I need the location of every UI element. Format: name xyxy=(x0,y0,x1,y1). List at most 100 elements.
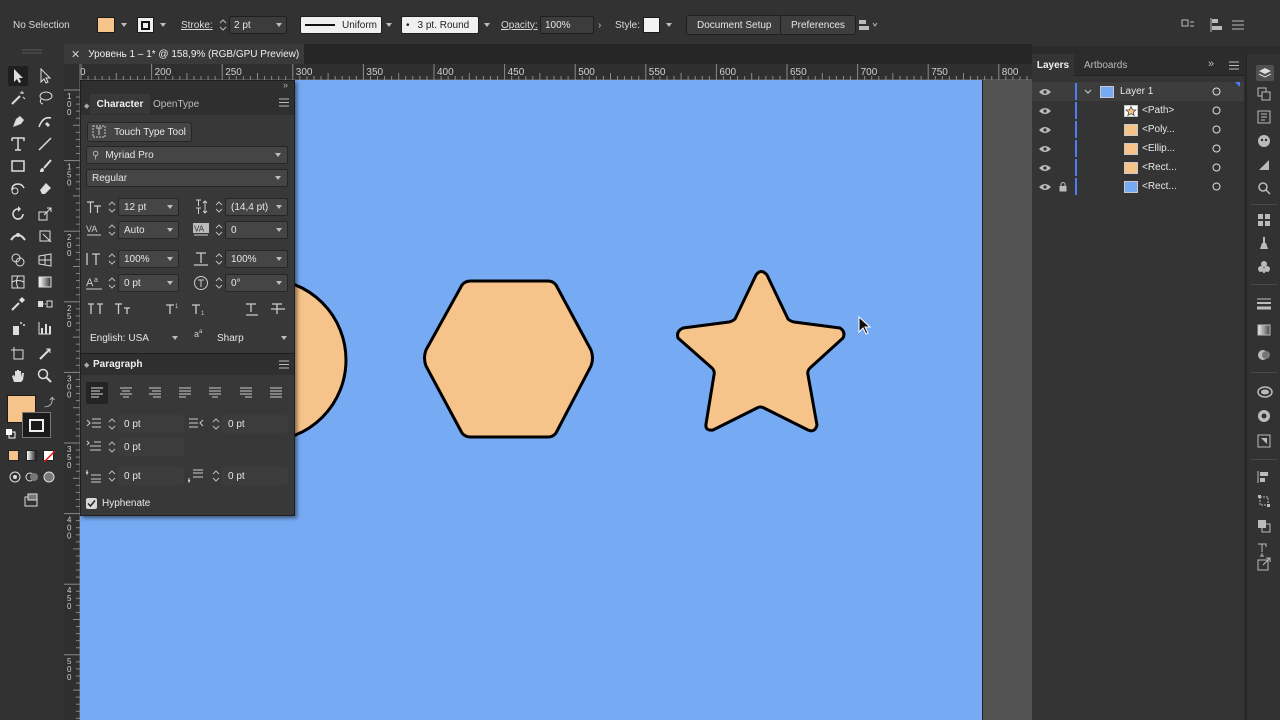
sublayer-name[interactable]: <Path> xyxy=(1142,105,1174,116)
align-left-icon[interactable] xyxy=(86,382,108,404)
antialias-dropdown[interactable]: Sharp xyxy=(217,331,289,345)
export-icon[interactable] xyxy=(1257,557,1271,571)
free-transform-tool-icon[interactable] xyxy=(35,226,55,246)
visibility-eye-icon[interactable] xyxy=(1039,183,1051,191)
font-style-field[interactable]: Regular xyxy=(86,169,288,187)
vertical-scale-field[interactable]: 100% xyxy=(118,250,179,268)
chevron-right-icon[interactable]: › xyxy=(598,20,601,31)
spinner-icon[interactable] xyxy=(108,223,116,237)
tab-artboards[interactable]: Artboards xyxy=(1084,54,1127,76)
tab-layers[interactable]: Layers xyxy=(1032,54,1074,76)
spinner-icon[interactable] xyxy=(108,252,116,266)
fill-swatch[interactable] xyxy=(97,12,127,38)
checkbox-checked-icon[interactable] xyxy=(86,498,97,509)
lasso-tool-icon[interactable] xyxy=(35,88,55,108)
style-swatch[interactable] xyxy=(643,12,672,38)
layers-icon[interactable] xyxy=(1256,65,1274,81)
character-styles-icon[interactable] xyxy=(1257,543,1271,557)
spinner-icon[interactable] xyxy=(215,252,223,266)
chevron-down-icon[interactable] xyxy=(275,153,281,157)
target-circle-icon[interactable] xyxy=(1212,106,1221,115)
space-before-field[interactable]: 0 pt xyxy=(118,467,184,485)
justify-left-icon[interactable] xyxy=(176,384,194,402)
right-indent-field[interactable]: 0 pt xyxy=(222,415,288,433)
panel-header-bar[interactable]: » xyxy=(81,80,294,93)
eyedropper-tool-icon[interactable] xyxy=(8,294,28,314)
left-indent-value[interactable]: 0 pt xyxy=(124,419,141,430)
horizontal-ruler[interactable]: 200 250 300 350 400 450 500 550 600 650 700 750 800 0 xyxy=(64,64,1034,80)
superscript-icon[interactable]: 1 xyxy=(165,300,183,318)
stroke-weight-field[interactable]: 2 pt xyxy=(219,12,287,38)
target-circle-icon[interactable] xyxy=(1212,144,1221,153)
symbols-icon[interactable] xyxy=(1257,260,1271,274)
scale-tool-icon[interactable] xyxy=(35,204,55,224)
pathfinder-panel-icon[interactable] xyxy=(1257,519,1271,533)
align-icon[interactable] xyxy=(1210,12,1226,38)
sublayer-row[interactable]: <Poly... xyxy=(1032,120,1244,139)
sublayer-row[interactable]: <Ellip... xyxy=(1032,139,1244,158)
vertical-scale-value[interactable]: 100% xyxy=(124,254,150,265)
panel-menu-icon[interactable] xyxy=(279,98,289,107)
panel-toggle-icon[interactable]: ◆ xyxy=(84,102,89,110)
curvature-tool-icon[interactable] xyxy=(35,112,55,132)
transparency-icon[interactable] xyxy=(1257,348,1271,362)
opacity-label[interactable]: Opacity: xyxy=(501,12,538,38)
justify-center-icon[interactable] xyxy=(206,384,224,402)
strikethrough-icon[interactable] xyxy=(269,300,287,318)
opacity-value[interactable]: 100% xyxy=(545,20,571,31)
sublayer-name[interactable]: <Poly... xyxy=(1142,124,1175,135)
width-tool-icon[interactable] xyxy=(8,226,28,246)
appearance-icon[interactable] xyxy=(1257,385,1273,399)
pen-tool-icon[interactable] xyxy=(8,112,28,132)
menu-icon[interactable] xyxy=(1232,12,1244,38)
polygon-shape[interactable] xyxy=(423,279,594,439)
layer-name[interactable]: Layer 1 xyxy=(1120,86,1153,97)
transform-icon[interactable] xyxy=(1180,12,1196,38)
panel-menu-icon[interactable] xyxy=(279,360,289,369)
direct-selection-tool-icon[interactable] xyxy=(35,66,55,86)
spinner-icon[interactable] xyxy=(215,276,223,290)
spinner-icon[interactable] xyxy=(212,417,220,431)
pathfinder-icon[interactable] xyxy=(1257,158,1271,172)
baseline-shift-field[interactable]: 0 pt xyxy=(118,274,179,292)
symbol-sprayer-tool-icon[interactable] xyxy=(8,318,28,338)
paintbrush-tool-icon[interactable] xyxy=(35,156,55,176)
spinner-icon[interactable] xyxy=(219,18,227,32)
libraries-icon[interactable] xyxy=(1257,134,1271,148)
lock-icon[interactable] xyxy=(1059,181,1067,192)
align-center-icon[interactable] xyxy=(117,384,135,402)
sublayer-row[interactable]: <Path> xyxy=(1032,101,1244,120)
align-right-icon[interactable] xyxy=(146,384,164,402)
spinner-icon[interactable] xyxy=(108,469,116,483)
spinner-icon[interactable] xyxy=(108,440,116,454)
line-tool-icon[interactable] xyxy=(35,134,55,154)
spinner-icon[interactable] xyxy=(108,200,116,214)
subscript-icon[interactable]: 1 xyxy=(191,300,209,318)
align-panel-icon[interactable] xyxy=(1257,470,1271,484)
first-line-indent-field[interactable]: 0 pt xyxy=(118,438,184,456)
draw-inside-icon[interactable] xyxy=(39,467,59,487)
touch-type-tool-button[interactable]: Touch Type Tool xyxy=(87,122,192,142)
preferences-button[interactable]: Preferences xyxy=(780,12,856,38)
small-caps-icon[interactable] xyxy=(114,300,132,318)
space-after-value[interactable]: 0 pt xyxy=(228,471,245,482)
artboards-icon[interactable] xyxy=(1257,87,1271,101)
leading-field[interactable]: (14,4 pt) xyxy=(225,198,288,216)
default-colors-icon[interactable] xyxy=(6,429,16,439)
leading-value[interactable]: (14,4 pt) xyxy=(231,202,268,213)
arrange-icon[interactable] xyxy=(858,12,878,38)
eraser-tool-icon[interactable] xyxy=(35,178,55,198)
visibility-eye-icon[interactable] xyxy=(1039,164,1051,172)
gradient-panel-icon[interactable] xyxy=(1257,323,1271,337)
brush-dropdown[interactable]: • 3 pt. Round xyxy=(401,12,490,38)
document-tab[interactable]: ✕ Уровень 1 – 1* @ 158,9% (RGB/GPU Previ… xyxy=(64,44,304,64)
right-indent-value[interactable]: 0 pt xyxy=(228,419,245,430)
language-value[interactable]: English: USA xyxy=(90,333,149,344)
vertical-ruler[interactable]: 100 150 200 250 300 350 400 450 500 xyxy=(64,64,80,720)
swatches-icon[interactable] xyxy=(1257,213,1271,227)
panel-menu-icon[interactable] xyxy=(1229,61,1239,70)
layer-row[interactable]: Layer 1 xyxy=(1032,82,1244,101)
rotation-field[interactable]: 0° xyxy=(225,274,288,292)
transform-panel-icon[interactable] xyxy=(1257,494,1271,508)
sublayer-row[interactable]: <Rect... xyxy=(1032,158,1244,177)
